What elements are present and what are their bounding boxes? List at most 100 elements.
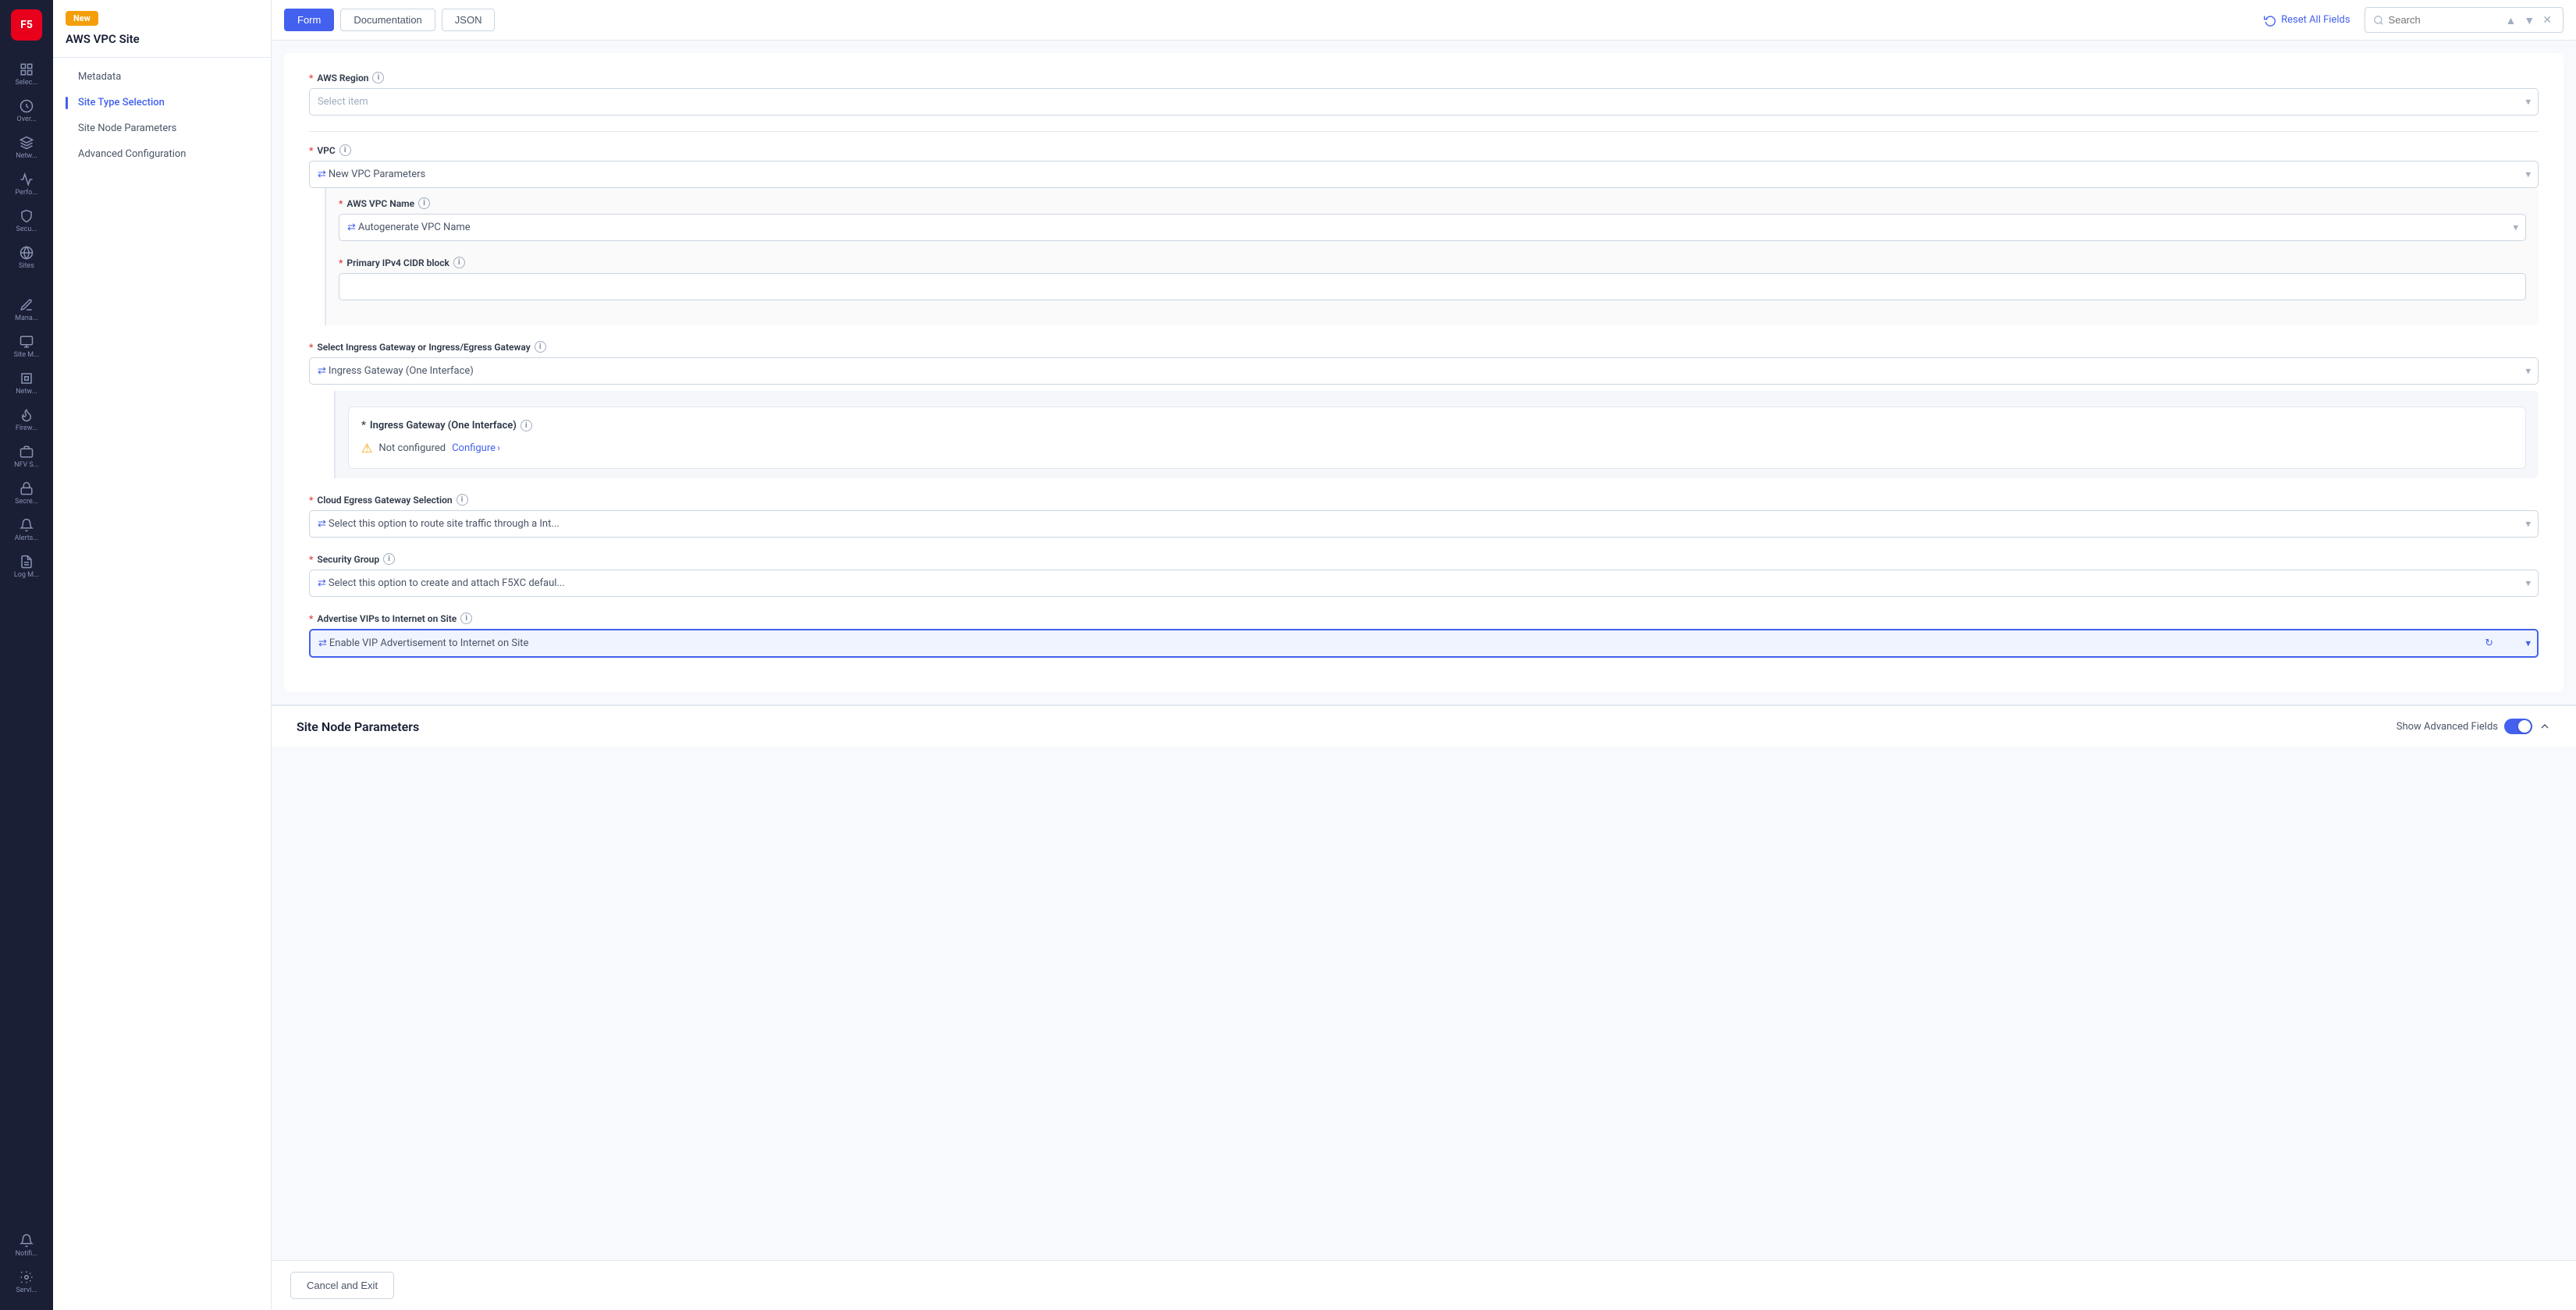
top-bar: Form Documentation JSON Reset All Fields…: [272, 0, 2576, 41]
vpc-required: *: [309, 145, 313, 156]
sidebar-item-overview[interactable]: Over...: [0, 93, 53, 130]
cloud-egress-text: Cloud Egress Gateway Selection: [317, 495, 452, 506]
bottom-bar: Cancel and Exit: [272, 1260, 2576, 1310]
cloud-egress-cycle-icon: ⇄: [318, 518, 326, 530]
aws-region-select[interactable]: Select item: [309, 88, 2539, 115]
sidebar-item-firew[interactable]: Firew...: [0, 402, 53, 438]
sidebar-item-network-label: Netw...: [16, 152, 37, 160]
toggle-knob: [2518, 720, 2531, 733]
nav-menu-item-advanced[interactable]: Advanced Configuration: [53, 141, 271, 167]
vpc-nested-section: * AWS VPC Name i ⇄ Autogenerate VPC Name…: [325, 188, 2539, 325]
sidebar-item-log[interactable]: Log M...: [0, 548, 53, 585]
ingress-gateway-nested: * Ingress Gateway (One Interface) i ⚠ No…: [334, 391, 2539, 478]
nav-menu-item-site-node[interactable]: Site Node Parameters: [53, 115, 271, 141]
sidebar-item-notifications[interactable]: Notifi...: [0, 1227, 53, 1264]
nav-menu: Metadata Site Type Selection Site Node P…: [53, 58, 271, 173]
nav-menu-item-metadata[interactable]: Metadata: [53, 64, 271, 90]
aws-region-text: AWS Region: [317, 73, 368, 83]
main-content: Form Documentation JSON Reset All Fields…: [272, 0, 2576, 1310]
primary-ipv4-info-icon[interactable]: i: [453, 257, 465, 268]
sidebar-item-security-label: Secu...: [16, 225, 37, 233]
reset-label: Reset All Fields: [2281, 14, 2350, 26]
vpc-info-icon[interactable]: i: [339, 144, 351, 156]
cloud-egress-select[interactable]: ⇄ Select this option to route site traff…: [309, 510, 2539, 538]
security-group-cycle-icon: ⇄: [318, 577, 326, 589]
sidebar-item-sitem[interactable]: Site M...: [0, 328, 53, 365]
advertise-vips-text: Advertise VIPs to Internet on Site: [317, 613, 457, 624]
cancel-and-exit-button[interactable]: Cancel and Exit: [290, 1272, 394, 1299]
tab-documentation[interactable]: Documentation: [340, 9, 435, 31]
sidebar-item-sitem-label: Site M...: [14, 351, 39, 359]
security-group-label: * Security Group i: [309, 553, 2539, 565]
sidebar-item-firew-label: Firew...: [16, 424, 37, 432]
search-nav-close[interactable]: ✕: [2539, 12, 2555, 28]
search-icon: [2373, 15, 2384, 26]
advertise-vips-cycle-icon: ⇄: [318, 637, 327, 649]
primary-ipv4-label: * Primary IPv4 CIDR block i: [339, 257, 2526, 268]
sidebar-item-alerts-label: Alerts...: [15, 534, 39, 542]
primary-ipv4-field: * Primary IPv4 CIDR block i: [339, 257, 2526, 300]
tab-form[interactable]: Form: [284, 9, 334, 31]
sidebar-item-alerts[interactable]: Alerts...: [0, 512, 53, 548]
sidebar-item-netw[interactable]: Netw...: [0, 365, 53, 402]
advertise-vips-select[interactable]: ⇄ Enable VIP Advertisement to Internet o…: [309, 629, 2539, 658]
sidebar-item-overview-label: Over...: [17, 115, 37, 123]
cloud-egress-info-icon[interactable]: i: [457, 494, 468, 506]
sidebar-item-perf[interactable]: Perfo...: [0, 166, 53, 203]
ingress-gw-sel-required: *: [309, 342, 313, 353]
show-advanced-fields: Show Advanced Fields: [2397, 719, 2551, 734]
nav-header: New AWS VPC Site: [53, 0, 271, 58]
cloud-egress-required: *: [309, 495, 313, 506]
ingress-gw-title-info-icon[interactable]: i: [521, 420, 532, 431]
search-nav: ▲ ▼ ✕: [2503, 12, 2555, 28]
sidebar-item-security[interactable]: Secu...: [0, 203, 53, 240]
chevron-up-icon: [2539, 720, 2551, 733]
aws-vpc-name-value: Autogenerate VPC Name: [358, 222, 471, 233]
ingress-gw-sel-info-icon[interactable]: i: [535, 341, 546, 353]
search-nav-up[interactable]: ▲: [2503, 12, 2520, 28]
form-area: * AWS Region i Select item ▾ *: [272, 41, 2576, 1260]
sidebar: F5 Selec... Over... Netw... Perfo... Sec…: [0, 0, 53, 1310]
ingress-gateway-selection-field: * Select Ingress Gateway or Ingress/Egre…: [309, 341, 2539, 478]
configure-link[interactable]: Configure ›: [452, 442, 500, 454]
sidebar-item-manage[interactable]: Mana...: [0, 292, 53, 328]
show-advanced-label: Show Advanced Fields: [2397, 721, 2498, 733]
aws-vpc-name-label: * AWS VPC Name i: [339, 197, 2526, 209]
sidebar-item-secre[interactable]: Secre...: [0, 475, 53, 512]
aws-vpc-name-required: *: [339, 198, 343, 209]
search-nav-down[interactable]: ▼: [2521, 12, 2538, 28]
app-logo: F5: [11, 9, 42, 41]
ingress-gw-sel-select[interactable]: ⇄ Ingress Gateway (One Interface): [309, 357, 2539, 385]
primary-ipv4-text: Primary IPv4 CIDR block: [346, 257, 449, 268]
nav-menu-item-site-type[interactable]: Site Type Selection: [53, 90, 271, 115]
security-group-select[interactable]: ⇄ Select this option to create and attac…: [309, 570, 2539, 597]
form-inner: * AWS Region i Select item ▾ *: [284, 53, 2564, 692]
sidebar-item-services[interactable]: Servi...: [0, 1264, 53, 1301]
nav-title: AWS VPC Site: [66, 32, 258, 46]
configure-label: Configure: [452, 442, 496, 454]
aws-vpc-name-select[interactable]: ⇄ Autogenerate VPC Name: [339, 214, 2526, 241]
aws-vpc-name-field: * AWS VPC Name i ⇄ Autogenerate VPC Name…: [339, 197, 2526, 241]
ingress-gateway-box: * Ingress Gateway (One Interface) i ⚠ No…: [348, 406, 2526, 469]
search-box: ▲ ▼ ✕: [2365, 7, 2564, 33]
primary-ipv4-input[interactable]: [339, 273, 2526, 300]
vpc-select[interactable]: ⇄ New VPC Parameters: [309, 161, 2539, 188]
tab-json[interactable]: JSON: [442, 9, 496, 31]
sidebar-item-sites[interactable]: Sites: [0, 240, 53, 276]
sidebar-item-select[interactable]: Selec...: [0, 56, 53, 93]
search-input[interactable]: [2389, 14, 2498, 26]
configure-chevron-icon: ›: [497, 442, 500, 454]
aws-vpc-name-info-icon[interactable]: i: [418, 197, 430, 209]
show-advanced-toggle[interactable]: [2504, 719, 2532, 734]
vpc-select-wrapper: ⇄ New VPC Parameters ▾: [309, 161, 2539, 188]
sidebar-item-notifications-label: Notifi...: [16, 1250, 38, 1258]
cloud-egress-value: Select this option to route site traffic…: [329, 518, 560, 530]
advertise-vips-info-icon[interactable]: i: [460, 612, 472, 624]
sidebar-item-nfv[interactable]: NFV S...: [0, 438, 53, 475]
reset-all-fields-button[interactable]: Reset All Fields: [2256, 9, 2357, 31]
sidebar-item-network[interactable]: Netw...: [0, 130, 53, 166]
aws-region-info-icon[interactable]: i: [372, 72, 384, 83]
vpc-value: New VPC Parameters: [329, 169, 425, 180]
security-group-info-icon[interactable]: i: [383, 553, 395, 565]
advertise-vips-value: Enable VIP Advertisement to Internet on …: [329, 637, 529, 649]
